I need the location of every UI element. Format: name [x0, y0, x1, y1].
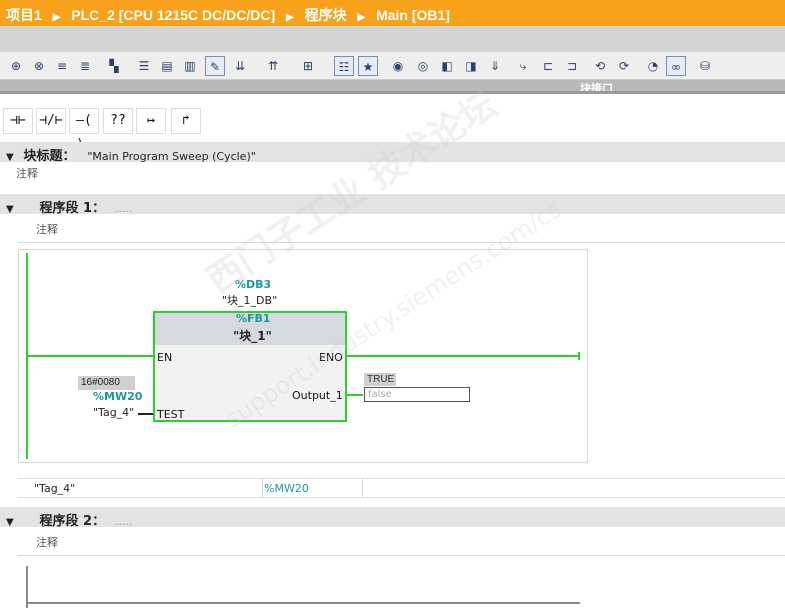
test-operand-tag[interactable]: "Tag_4"	[93, 406, 134, 419]
favorites-icon[interactable]: ▤	[157, 56, 177, 76]
test-icon[interactable]: ⟲	[590, 56, 610, 76]
network-1-comment[interactable]: 注释	[36, 221, 58, 237]
splitter[interactable]	[0, 91, 785, 94]
chevron-right-icon: ▶	[286, 12, 294, 23]
divider	[362, 478, 363, 498]
monitor-icon[interactable]: ⊏	[538, 56, 558, 76]
divider	[18, 242, 785, 243]
delete-network-icon[interactable]: ⊗	[29, 56, 49, 76]
power-flow-eno	[347, 355, 580, 357]
instance-db-address: %DB3	[235, 278, 272, 291]
memory-icon[interactable]: ◔	[643, 56, 663, 76]
block-title-header[interactable]: ▼ 块标题： "Main Program Sweep (Cycle)"	[0, 142, 785, 164]
open-branch-button[interactable]: ↦	[136, 108, 166, 134]
test-operand-address: %MW20	[93, 390, 143, 403]
divider	[262, 478, 263, 498]
power-flow-output	[347, 394, 363, 396]
block-title-value[interactable]: "Main Program Sweep (Cycle)"	[87, 150, 255, 163]
step-icon[interactable]: ◎	[413, 56, 433, 76]
breadcrumb-folder[interactable]: 程序块	[305, 7, 347, 23]
chevron-right-icon: ▶	[52, 12, 61, 23]
add-row-icon[interactable]: ≣	[75, 56, 95, 76]
editor-toolbar: ⊕ ⊗ ≡ ≣ ▚ ☰ ▤ ▥ ✎ ⇊ ⇈ ⊞ ☷ ★ ◉ ◎ ◧ ◨ ⇓ ⤷ …	[0, 52, 785, 80]
empty-box-button[interactable]: ??	[103, 108, 133, 134]
output-operand-field[interactable]: false	[364, 387, 470, 402]
pin-icon[interactable]: ⊐	[562, 56, 582, 76]
network-1-label: 程序段 1：	[39, 201, 106, 216]
call-icon[interactable]: ◧	[437, 56, 457, 76]
power-flow-en	[28, 355, 153, 357]
pin-en: EN	[157, 351, 173, 364]
insert-network-icon[interactable]: ⊕	[6, 56, 26, 76]
pin-test: TEST	[157, 408, 185, 421]
goto-next-icon[interactable]: ⇓	[485, 56, 505, 76]
pin-output: Output_1	[292, 389, 343, 402]
network-2-label: 程序段 2：	[39, 514, 106, 529]
block-interface-bar[interactable]: 块接口	[0, 80, 785, 95]
output-monitor-value: TRUE	[364, 373, 396, 386]
operand-info-row: "Tag_4" %MW20	[18, 478, 785, 498]
abs-symbol-icon[interactable]: ⊞	[298, 56, 318, 76]
close-branch-button[interactable]: ↱	[171, 108, 201, 134]
monitor-on-icon[interactable]: ∞	[666, 56, 686, 76]
nc-contact-button[interactable]: ⊣/⊢	[36, 108, 66, 134]
network-comments-icon[interactable]: ✎	[205, 56, 225, 76]
jump-icon[interactable]: ⤷	[513, 56, 533, 76]
step-back-icon[interactable]: ⟳	[614, 56, 634, 76]
no-contact-button[interactable]: ⊣⊢	[3, 108, 33, 134]
test-monitor-value: 16#0080	[78, 376, 135, 390]
load-icon[interactable]: ⛁	[695, 56, 715, 76]
instance-icon[interactable]: ★	[358, 56, 378, 76]
network-1-header[interactable]: ▼ 程序段 1： .....	[0, 194, 785, 216]
network-2-title[interactable]: .....	[115, 515, 132, 528]
absolute-operands-icon[interactable]: ☰	[134, 56, 154, 76]
fb-address: %FB1	[236, 312, 271, 325]
ladder-element-toolbar: ⊣⊢ ⊣/⊢ –( )– ?? ↦ ↱	[0, 104, 210, 152]
reset-icon[interactable]: ▚	[104, 56, 124, 76]
breakpoint-icon[interactable]: ◉	[388, 56, 408, 76]
breadcrumb-block[interactable]: Main [OB1]	[376, 7, 450, 23]
coil-button[interactable]: –( )–	[69, 108, 99, 152]
watch-icon[interactable]: ☷	[334, 56, 354, 76]
goto-icon[interactable]: ◨	[461, 56, 481, 76]
rung-2-line	[28, 602, 580, 604]
breadcrumb: 项目1 ▶ PLC_2 [CPU 1215C DC/DC/DC] ▶ 程序块 ▶…	[0, 0, 785, 26]
collapse-triangle-icon[interactable]: ▼	[6, 204, 14, 215]
chevron-right-icon: ▶	[357, 12, 366, 23]
operand-info-name[interactable]: "Tag_4"	[34, 482, 75, 495]
operand-info-address: %MW20	[264, 482, 309, 495]
expand-networks-icon[interactable]: ⇊	[230, 56, 250, 76]
network-2-comment[interactable]: 注释	[36, 534, 58, 550]
pin-eno: ENO	[319, 351, 343, 364]
network-2-header[interactable]: ▼ 程序段 2： .....	[0, 507, 785, 529]
test-wire	[138, 413, 153, 415]
collapse-networks-icon[interactable]: ⇈	[263, 56, 283, 76]
breadcrumb-plc[interactable]: PLC_2 [CPU 1215C DC/DC/DC]	[71, 7, 275, 23]
breadcrumb-project[interactable]: 项目1	[6, 7, 42, 23]
fb-name: "块_1"	[233, 329, 272, 343]
block-title-label: 块标题：	[23, 149, 76, 164]
block-comment[interactable]: 注释	[16, 165, 38, 181]
collapse-triangle-icon[interactable]: ▼	[6, 517, 14, 528]
divider	[18, 555, 785, 556]
comments-icon[interactable]: ▥	[180, 56, 200, 76]
collapse-triangle-icon[interactable]: ▼	[6, 152, 14, 163]
window-title-area	[0, 26, 785, 52]
network-1-title[interactable]: .....	[115, 202, 132, 215]
rung-end-marker	[578, 352, 580, 360]
insert-row-icon[interactable]: ≡	[52, 56, 72, 76]
instance-db-name[interactable]: "块_1_DB"	[222, 292, 277, 308]
